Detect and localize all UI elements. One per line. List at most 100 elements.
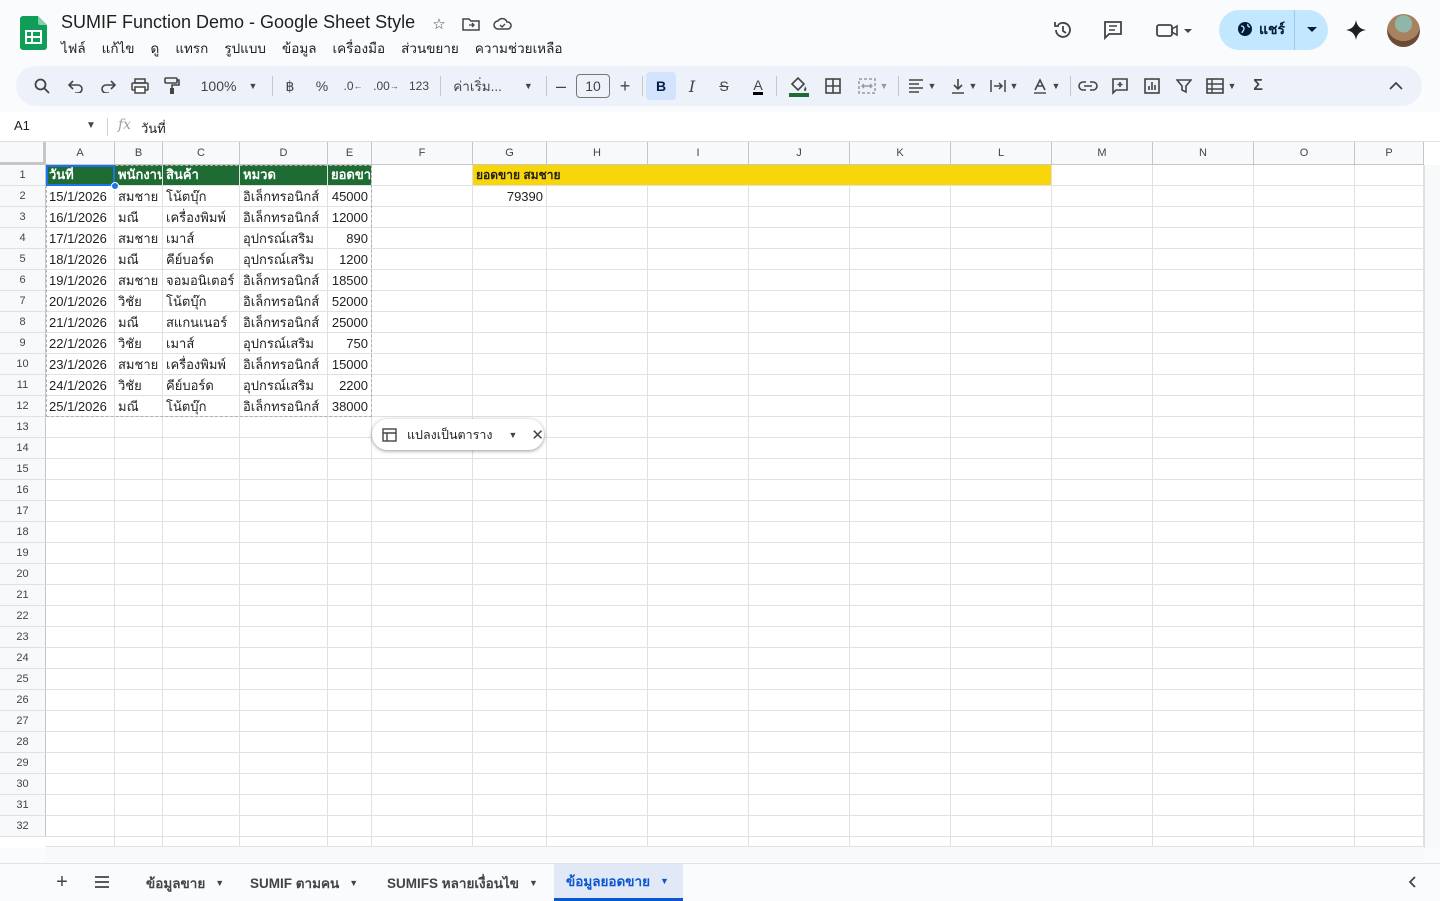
column-header-k[interactable]: K	[850, 142, 951, 165]
table-cell[interactable]: มณี	[115, 396, 162, 417]
chevron-down-icon[interactable]: ▼	[508, 430, 517, 440]
row-header[interactable]: 31	[0, 795, 46, 816]
fill-color-icon[interactable]	[786, 66, 812, 106]
table-cell[interactable]: 890	[328, 228, 371, 249]
row-header[interactable]: 7	[0, 291, 46, 312]
table-cell[interactable]: สมชาย	[115, 270, 162, 291]
sheet-tab-3[interactable]: SUMIFS หลายเงื่อนไข ▼	[375, 864, 550, 901]
merge-cells-icon[interactable]: ▼	[854, 66, 892, 106]
row-header[interactable]: 12	[0, 396, 46, 417]
user-avatar[interactable]	[1387, 14, 1420, 47]
all-sheets-menu-icon[interactable]	[92, 872, 112, 892]
row-header[interactable]: 27	[0, 711, 46, 732]
increase-decimal-button[interactable]: .00 →	[373, 66, 399, 106]
increase-font-size-icon[interactable]: +	[616, 66, 634, 106]
insert-link-icon[interactable]	[1076, 66, 1100, 106]
chevron-down-icon[interactable]: ▼	[529, 878, 538, 888]
table-cell[interactable]: สมชาย	[115, 186, 162, 207]
row-header[interactable]: 14	[0, 438, 46, 459]
row-header[interactable]: 25	[0, 669, 46, 690]
menu-help[interactable]: ความช่วยเหลือ	[467, 37, 571, 59]
redo-icon[interactable]	[96, 66, 120, 106]
select-all-corner[interactable]	[0, 142, 46, 165]
horizontal-align-icon[interactable]: ▼	[904, 66, 940, 106]
table-cell[interactable]: 21/1/2026	[46, 312, 114, 333]
menu-tools[interactable]: เครื่องมือ	[325, 37, 394, 59]
menu-extensions[interactable]: ส่วนขยาย	[393, 37, 467, 59]
gemini-sparkle-icon[interactable]	[1338, 12, 1374, 48]
row-header[interactable]: 16	[0, 480, 46, 501]
table-cell[interactable]: 750	[328, 333, 371, 354]
column-header-b[interactable]: B	[115, 142, 163, 165]
table-cell[interactable]: คีย์บอร์ด	[163, 375, 239, 396]
filter-icon[interactable]	[1172, 66, 1196, 106]
column-header-a[interactable]: A	[46, 142, 115, 165]
table-cell[interactable]: มณี	[115, 249, 162, 270]
summary-label-cell[interactable]: ยอดขาย สมชาย	[473, 165, 648, 185]
table-cell[interactable]: 25000	[328, 312, 371, 333]
table-cell[interactable]: มณี	[115, 207, 162, 228]
decrease-font-size-icon[interactable]: –	[552, 66, 570, 106]
table-cell[interactable]: เมาส์	[163, 333, 239, 354]
table-cell[interactable]: 19/1/2026	[46, 270, 114, 291]
row-header[interactable]: 19	[0, 543, 46, 564]
table-cell[interactable]: อุปกรณ์เสริม	[240, 375, 327, 396]
table-cell[interactable]: 45000	[328, 186, 371, 207]
table-cell[interactable]: 2200	[328, 375, 371, 396]
table-cell[interactable]: 15/1/2026	[46, 186, 114, 207]
menu-data[interactable]: ข้อมูล	[274, 37, 325, 59]
text-color-button[interactable]: A	[748, 66, 768, 106]
table-cell[interactable]: 24/1/2026	[46, 375, 114, 396]
table-cell[interactable]: 20/1/2026	[46, 291, 114, 312]
table-cell[interactable]: โน้ตบุ๊ก	[163, 396, 239, 417]
table-cell[interactable]: อุปกรณ์เสริม	[240, 228, 327, 249]
column-header-d[interactable]: D	[240, 142, 328, 165]
table-header-cell[interactable]: หมวด	[240, 165, 327, 185]
table-cell[interactable]: มณี	[115, 312, 162, 333]
column-header-c[interactable]: C	[163, 142, 240, 165]
currency-format-button[interactable]: ฿	[280, 66, 300, 106]
sidebar-expand-chevron-icon[interactable]	[1404, 874, 1420, 890]
row-header[interactable]: 10	[0, 354, 46, 375]
column-header-g[interactable]: G	[473, 142, 547, 165]
table-cell[interactable]: อิเล็กทรอนิกส์	[240, 312, 327, 333]
column-header-h[interactable]: H	[547, 142, 648, 165]
bold-button[interactable]: B	[646, 72, 676, 100]
row-header[interactable]: 26	[0, 690, 46, 711]
row-header[interactable]: 5	[0, 249, 46, 270]
table-cell[interactable]: 16/1/2026	[46, 207, 114, 228]
table-cell[interactable]: วิชัย	[115, 375, 162, 396]
sheets-logo-icon[interactable]	[20, 16, 47, 50]
table-cell[interactable]: 25/1/2026	[46, 396, 114, 417]
table-cell[interactable]: 18500	[328, 270, 371, 291]
row-header[interactable]: 2	[0, 186, 46, 207]
sheet-tab-4-active[interactable]: ข้อมูลยอดขาย ▼	[554, 864, 683, 901]
table-cell[interactable]: โน้ตบุ๊ก	[163, 186, 239, 207]
column-header-o[interactable]: O	[1254, 142, 1355, 165]
row-header[interactable]: 21	[0, 585, 46, 606]
table-cell[interactable]: 23/1/2026	[46, 354, 114, 375]
row-header[interactable]: 17	[0, 501, 46, 522]
column-header-e[interactable]: E	[328, 142, 372, 165]
row-header[interactable]: 20	[0, 564, 46, 585]
share-dropdown-icon[interactable]	[1295, 27, 1328, 33]
table-header-cell[interactable]: พนักงาน	[115, 165, 162, 185]
fill-handle[interactable]	[111, 182, 119, 190]
column-header-l[interactable]: L	[951, 142, 1052, 165]
row-header[interactable]: 15	[0, 459, 46, 480]
table-cell[interactable]: เครื่องพิมพ์	[163, 207, 239, 228]
font-size-input[interactable]: 10	[576, 74, 610, 98]
sheet-tab-1[interactable]: ข้อมูลขาย ▼	[134, 864, 236, 901]
table-cell[interactable]: สมชาย	[115, 354, 162, 375]
row-header[interactable]: 9	[0, 333, 46, 354]
row-header[interactable]: 11	[0, 375, 46, 396]
meet-video-icon[interactable]	[1150, 12, 1200, 48]
row-header[interactable]: 4	[0, 228, 46, 249]
table-cell[interactable]: 1200	[328, 249, 371, 270]
column-header-i[interactable]: I	[648, 142, 749, 165]
row-header[interactable]: 22	[0, 606, 46, 627]
menu-format[interactable]: รูปแบบ	[216, 37, 274, 59]
table-cell[interactable]: อิเล็กทรอนิกส์	[240, 354, 327, 375]
table-cell[interactable]: 52000	[328, 291, 371, 312]
column-header-j[interactable]: J	[749, 142, 850, 165]
